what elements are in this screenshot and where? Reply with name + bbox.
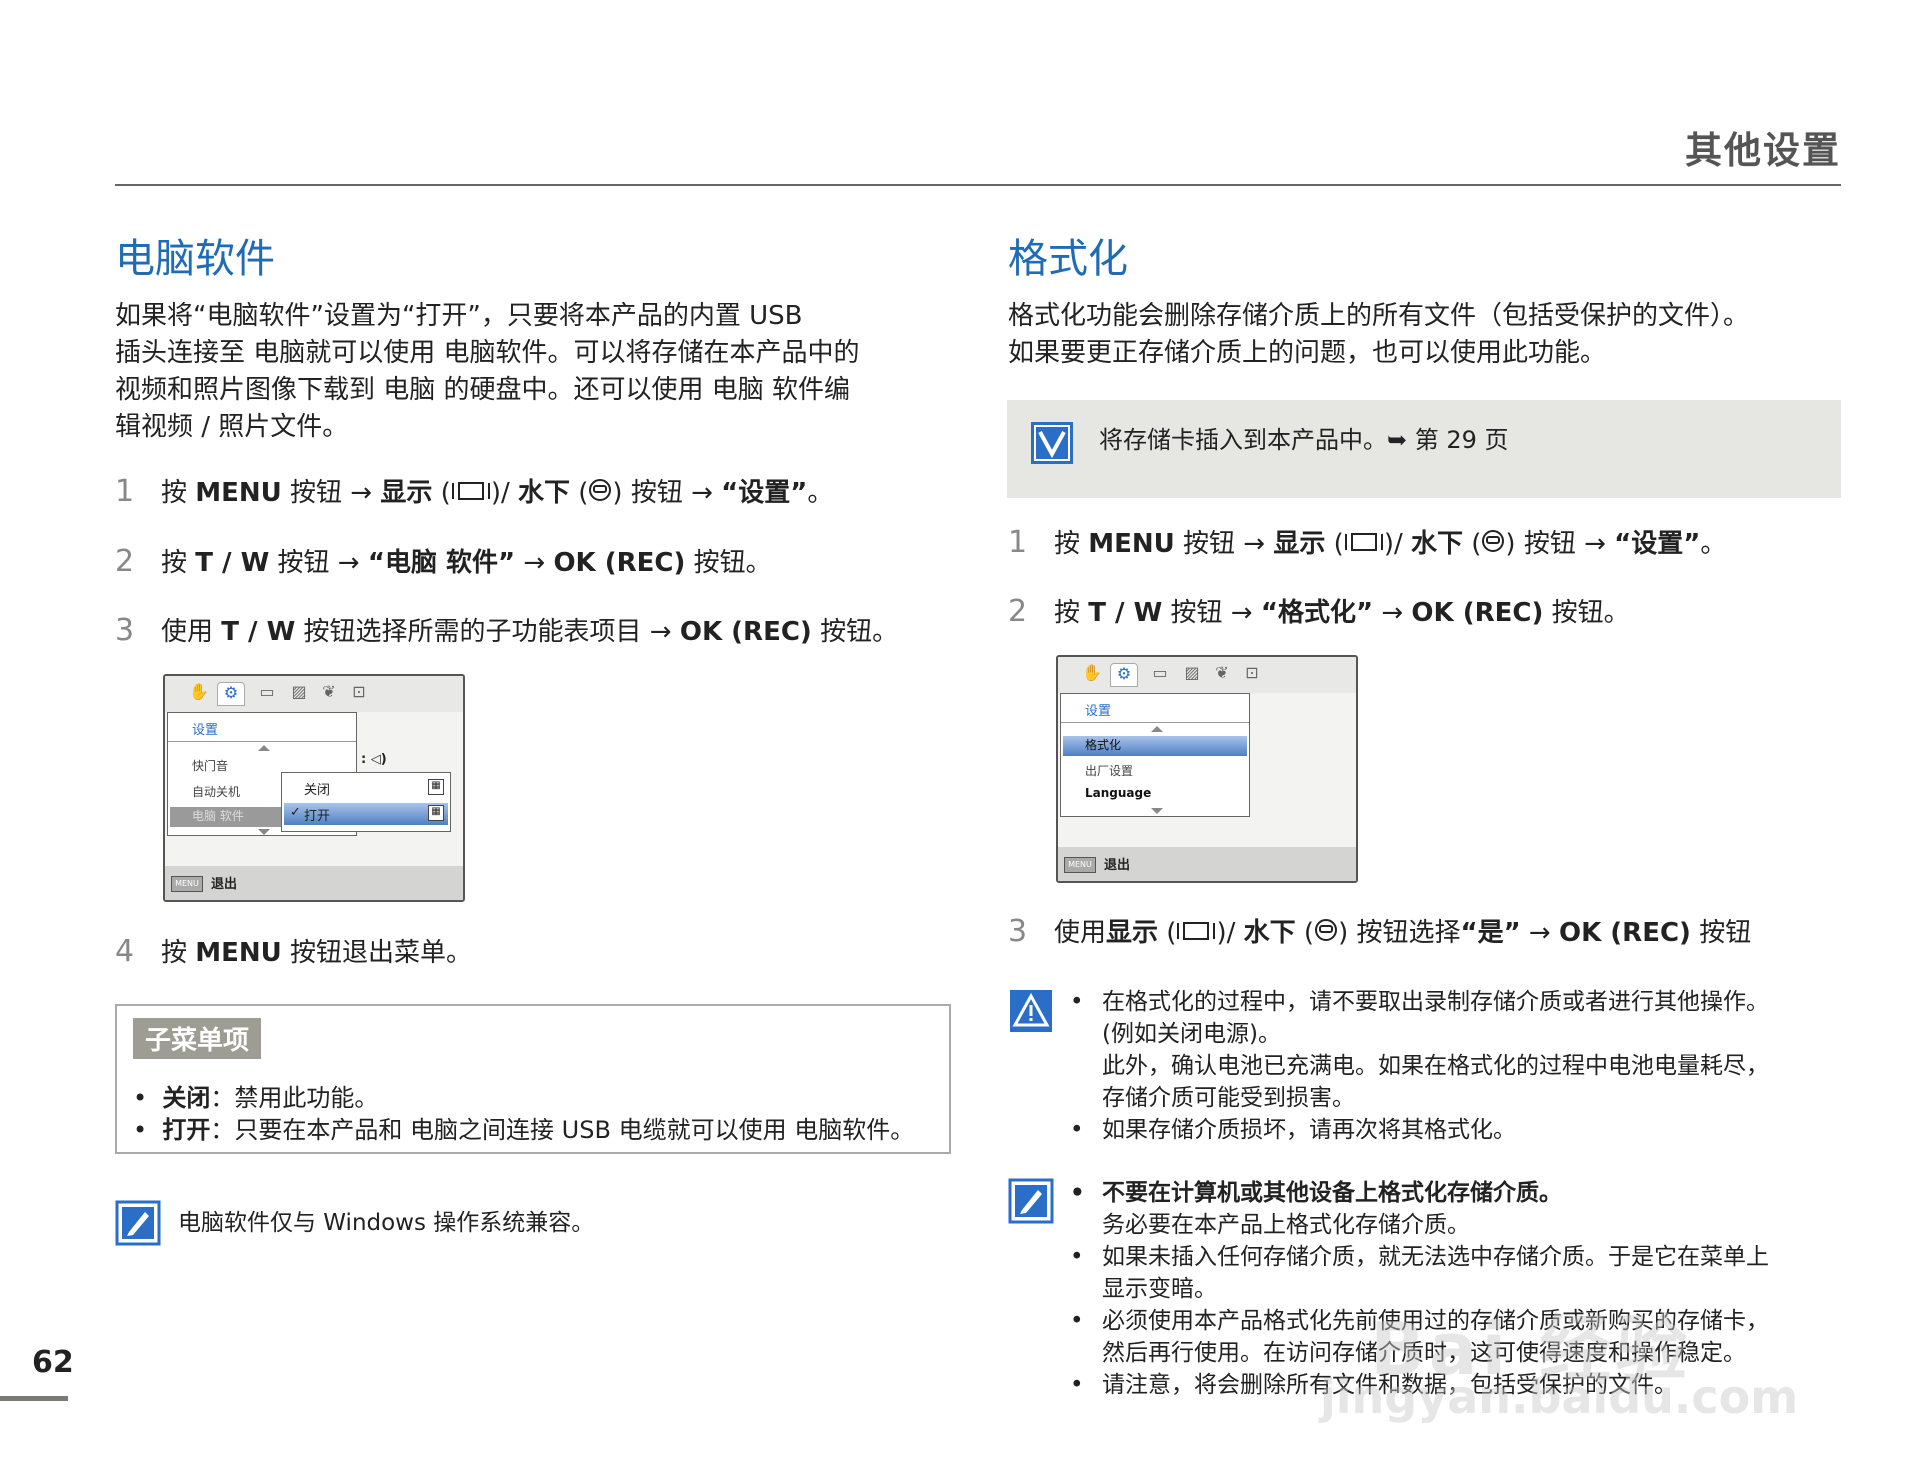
right-intro-line: 格式化功能会删除存储介质上的所有文件（包括受保护的文件）。 (1008, 301, 1750, 331)
left-step-4: 4按 MENU 按钮退出菜单。 (115, 934, 473, 969)
submenu-box: 子菜单项 • 关闭：禁用此功能。 • 打开：只要在本产品和 电脑之间连接 USB… (115, 1004, 951, 1154)
left-step-2: 2按 T / W 按钮 → “电脑 软件” → OK (REC) 按钮。 (115, 544, 772, 579)
prereq-text: 将存储卡插入到本产品中。➥ 第 29 页 (1099, 426, 1509, 454)
on-icon: ▦ (428, 805, 444, 821)
hand-icon[interactable]: ✋ (1078, 663, 1106, 687)
menu-button[interactable]: MENU (1064, 857, 1096, 873)
menu-tabs: ✋ ⚙ ▭ ▨ ❦ ⊡ (1058, 657, 1356, 693)
menu-item-language[interactable]: Language (1085, 786, 1151, 800)
volume-hint: : ◁) (361, 752, 387, 767)
right-intro-line: 如果要更正存储介质上的问题，也可以使用此功能。 (1008, 338, 1607, 368)
left-step-1: 1按 MENU 按钮 → 显示 ()/ 水下 () 按钮 → “设置”。 (115, 474, 834, 509)
screen-footer: MENU 退出 (165, 866, 463, 900)
film-icon[interactable]: ▭ (1146, 663, 1174, 687)
left-step-3: 3 使用 T / W 按钮选择所需的子功能表项目 → OK (REC) 按钮。 (115, 613, 899, 648)
warning-item-cont: (例如关闭电源)。 (1102, 1021, 1281, 1047)
menu-title: 设置 (1085, 704, 1112, 719)
display-icon (1176, 919, 1216, 949)
left-intro-line: 辑视频 / 照片文件。 (115, 412, 349, 442)
check-icon: ✓ (290, 805, 301, 820)
menu-item-autopower[interactable]: 自动关机 (192, 783, 240, 800)
popup-option-off[interactable]: 关闭 (304, 779, 330, 798)
display-icon (451, 479, 491, 509)
page-bar (0, 1396, 68, 1401)
warning-list: 在格式化的过程中，请不要取出录制存储介质或者进行其他操作。 (例如关闭电源)。 … (1066, 986, 1846, 1146)
warning-item-cont: 此外，确认电池已充满电。如果在格式化的过程中电池电量耗尽， (1102, 1053, 1769, 1079)
submenu-item-off: • 关闭：禁用此功能。 (133, 1084, 379, 1112)
prereq-box: 将存储卡插入到本产品中。➥ 第 29 页 (1007, 400, 1841, 498)
menu-item-format[interactable]: 格式化 (1063, 736, 1247, 756)
pc-software-popup: 关闭 ▦ ✓ 打开 ▦ (281, 772, 451, 832)
menu-button[interactable]: MENU (171, 876, 203, 892)
settings-gear-icon[interactable]: ⚙ (1110, 663, 1138, 687)
photo-icon[interactable]: ▨ (285, 682, 313, 706)
left-intro-line: 视频和照片图像下载到 电脑 的硬盘中。还可以使用 电脑 软件编 (115, 375, 851, 405)
exit-label: 退出 (1104, 858, 1131, 873)
warning-item-cont: 存储介质可能受到损害。 (1102, 1085, 1355, 1111)
menu-tabs: ✋ ⚙ ▭ ▨ ❦ ⊡ (165, 676, 463, 712)
underwater-icon (1314, 918, 1338, 949)
right-step-3: 3 使用显示 ()/ 水下 () 按钮选择“是” → OK (REC) 按钮 (1008, 914, 1752, 949)
exit-label: 退出 (211, 877, 238, 892)
left-menu-screen: ✋ ⚙ ▭ ▨ ❦ ⊡ 设置 快门音 自动关机 电脑 软件 : ◁) 关闭 ▦ … (163, 674, 465, 902)
right-step-1: 1按 MENU 按钮 → 显示 ()/ 水下 () 按钮 → “设置”。 (1008, 525, 1727, 560)
submenu-title: 子菜单项 (133, 1018, 262, 1059)
left-heading: 电脑软件 (115, 236, 275, 282)
warning-icon (1008, 988, 1054, 1038)
right-intro: 格式化功能会删除存储介质上的所有文件（包括受保护的文件）。 如果要更正存储介质上… (1008, 298, 1848, 372)
hand-icon[interactable]: ✋ (185, 682, 213, 706)
right-heading: 格式化 (1008, 236, 1128, 282)
note-icon (115, 1200, 161, 1250)
note-item: 不要在计算机或其他设备上格式化存储介质。 (1066, 1177, 1856, 1209)
menu-title: 设置 (192, 723, 219, 738)
left-note-text: 电脑软件仅与 Windows 操作系统兼容。 (178, 1210, 595, 1236)
warning-item: 在格式化的过程中，请不要取出录制存储介质或者进行其他操作。 (1066, 986, 1846, 1018)
header-rule (115, 184, 1841, 186)
off-icon: ▦ (428, 779, 444, 795)
page-number: 62 (32, 1345, 74, 1380)
note-icon (1008, 1178, 1054, 1228)
screen-footer: MENU 退出 (1058, 847, 1356, 881)
effect-icon[interactable]: ❦ (1208, 663, 1236, 687)
film-icon[interactable]: ▭ (253, 682, 281, 706)
checkbox-icon (1029, 420, 1075, 470)
note-item-cont: 务必要在本产品上格式化存储介质。 (1102, 1212, 1470, 1238)
watermark-url: jingyan.baidu.com (1320, 1370, 1799, 1424)
left-intro-line: 插头连接至 电脑就可以使用 电脑软件。可以将存储在本产品中的 (115, 338, 860, 368)
right-step-2: 2按 T / W 按钮 → “格式化” → OK (REC) 按钮。 (1008, 594, 1630, 629)
section-title: 其他设置 (1685, 129, 1841, 172)
timer-icon[interactable]: ⊡ (1238, 663, 1266, 687)
settings-menu: 设置 格式化 出厂设置 Language (1060, 693, 1250, 817)
warning-item: 如果存储介质损坏，请再次将其格式化。 (1066, 1114, 1846, 1146)
popup-option-on[interactable]: ✓ 打开 ▦ (284, 803, 448, 825)
menu-item-shutter[interactable]: 快门音 (192, 757, 228, 774)
display-icon (1344, 530, 1384, 560)
photo-icon[interactable]: ▨ (1178, 663, 1206, 687)
settings-gear-icon[interactable]: ⚙ (217, 682, 245, 706)
note-item: 如果未插入任何存储介质，就无法选中存储介质。于是它在菜单上 (1066, 1241, 1856, 1273)
effect-icon[interactable]: ❦ (315, 682, 343, 706)
left-intro: 如果将“电脑软件”设置为“打开”，只要将本产品的内置 USB 插头连接至 电脑就… (115, 298, 955, 446)
underwater-icon (1481, 529, 1505, 560)
right-menu-screen: ✋ ⚙ ▭ ▨ ❦ ⊡ 设置 格式化 出厂设置 Language MENU 退出 (1056, 655, 1358, 883)
menu-item-factory-reset[interactable]: 出厂设置 (1085, 762, 1133, 779)
left-intro-line: 如果将“电脑软件”设置为“打开”，只要将本产品的内置 USB (115, 301, 803, 331)
submenu-item-on: • 打开：只要在本产品和 电脑之间连接 USB 电缆就可以使用 电脑软件。 (133, 1116, 915, 1144)
underwater-icon (588, 478, 612, 509)
timer-icon[interactable]: ⊡ (345, 682, 373, 706)
